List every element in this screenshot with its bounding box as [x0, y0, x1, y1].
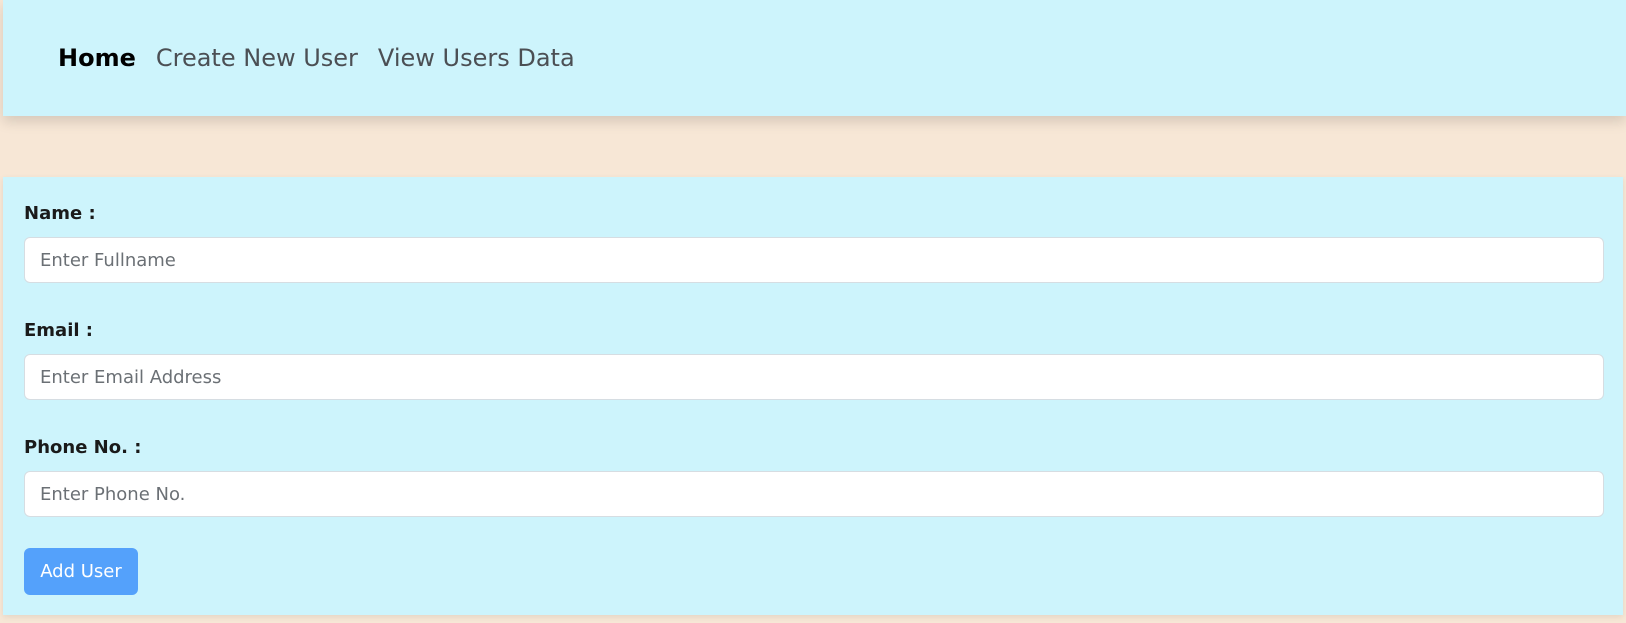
- top-navbar: Home Create New User View Users Data: [3, 0, 1626, 116]
- nav-link-home[interactable]: Home: [58, 46, 136, 70]
- add-user-button[interactable]: Add User: [24, 548, 138, 595]
- nav-link-view-users-data[interactable]: View Users Data: [378, 46, 575, 70]
- email-label: Email :: [24, 320, 94, 341]
- phone-input[interactable]: [24, 471, 1604, 517]
- name-label: Name :: [24, 203, 96, 224]
- nav-link-create-new-user[interactable]: Create New User: [156, 46, 358, 70]
- add-user-form: Name : Email : Phone No. : Add User: [3, 177, 1623, 615]
- phone-label: Phone No. :: [24, 437, 142, 458]
- name-input[interactable]: [24, 237, 1604, 283]
- email-input[interactable]: [24, 354, 1604, 400]
